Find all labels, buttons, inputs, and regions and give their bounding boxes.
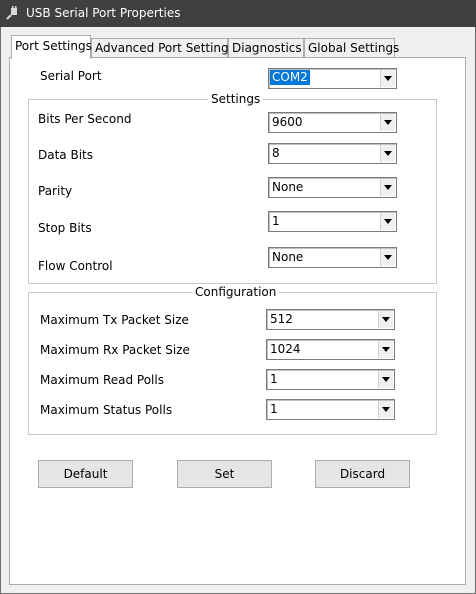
tab-label: Diagnostics (232, 41, 302, 55)
usb-plug-icon (6, 6, 17, 20)
max-rx-packet-size-value: 1024 (270, 342, 301, 356)
chevron-down-icon (384, 219, 392, 224)
set-button[interactable]: Set (177, 460, 272, 488)
configuration-group-title: Configuration (192, 285, 280, 299)
chevron-down-icon (384, 255, 392, 260)
max-read-polls-label: Maximum Read Polls (40, 373, 164, 387)
max-tx-packet-size-value: 512 (270, 312, 293, 326)
data-bits-select[interactable]: 8 (268, 143, 397, 164)
bits-per-second-value: 9600 (272, 115, 303, 129)
parity-value: None (272, 180, 304, 194)
max-read-polls-select[interactable]: 1 (266, 369, 395, 390)
max-tx-packet-size-select[interactable]: 512 (266, 309, 395, 330)
tab-label: Advanced Port Settings (95, 41, 235, 55)
settings-group-title: Settings (208, 92, 264, 106)
chevron-down-icon (384, 185, 392, 190)
flow-control-label: Flow Control (38, 259, 113, 273)
stop-bits-select[interactable]: 1 (268, 211, 397, 232)
max-status-polls-select[interactable]: 1 (266, 399, 395, 420)
dropdown-arrow-button[interactable] (380, 145, 395, 162)
chevron-down-icon (382, 407, 390, 412)
window-border-left (0, 27, 1, 594)
properties-window: USB Serial Port Properties Port Settings… (0, 0, 476, 594)
tab-advanced-port-settings[interactable]: Advanced Port Settings (91, 38, 235, 57)
dropdown-arrow-button[interactable] (380, 213, 395, 230)
stop-bits-label: Stop Bits (38, 221, 92, 235)
chevron-down-icon (382, 347, 390, 352)
dropdown-arrow-button[interactable] (378, 371, 393, 388)
serial-port-select[interactable]: COM2 (268, 68, 397, 89)
max-status-polls-value: 1 (270, 402, 278, 416)
max-rx-packet-size-select[interactable]: 1024 (266, 339, 395, 360)
serial-port-value: COM2 (270, 70, 310, 85)
discard-button[interactable]: Discard (315, 460, 410, 488)
max-read-polls-value: 1 (270, 372, 278, 386)
max-tx-packet-size-label: Maximum Tx Packet Size (40, 313, 189, 327)
dropdown-arrow-button[interactable] (380, 70, 395, 87)
flow-control-value: None (272, 250, 304, 264)
chevron-down-icon (382, 377, 390, 382)
data-bits-value: 8 (272, 146, 280, 160)
dropdown-arrow-button[interactable] (378, 341, 393, 358)
parity-label: Parity (38, 184, 73, 198)
dropdown-arrow-button[interactable] (380, 179, 395, 196)
dropdown-arrow-button[interactable] (378, 311, 393, 328)
dropdown-arrow-button[interactable] (380, 114, 395, 131)
max-rx-packet-size-label: Maximum Rx Packet Size (40, 343, 190, 357)
parity-select[interactable]: None (268, 177, 397, 198)
tab-diagnostics[interactable]: Diagnostics (228, 38, 304, 57)
bits-per-second-select[interactable]: 9600 (268, 112, 397, 133)
tab-label: Port Settings (15, 39, 92, 53)
tab-port-settings[interactable]: Port Settings (11, 35, 92, 59)
title-bar[interactable]: USB Serial Port Properties (0, 0, 476, 27)
serial-port-label: Serial Port (40, 69, 102, 83)
stop-bits-value: 1 (272, 214, 280, 228)
data-bits-label: Data Bits (38, 148, 93, 162)
tab-global-settings[interactable]: Global Settings (304, 38, 399, 57)
chevron-down-icon (384, 151, 392, 156)
chevron-down-icon (384, 120, 392, 125)
flow-control-select[interactable]: None (268, 247, 397, 268)
dropdown-arrow-button[interactable] (378, 401, 393, 418)
window-title: USB Serial Port Properties (26, 6, 181, 20)
max-status-polls-label: Maximum Status Polls (40, 403, 173, 417)
default-button[interactable]: Default (38, 460, 133, 488)
dropdown-arrow-button[interactable] (380, 249, 395, 266)
chevron-down-icon (382, 317, 390, 322)
bits-per-second-label: Bits Per Second (38, 112, 132, 126)
chevron-down-icon (384, 76, 392, 81)
tab-label: Global Settings (308, 41, 400, 55)
